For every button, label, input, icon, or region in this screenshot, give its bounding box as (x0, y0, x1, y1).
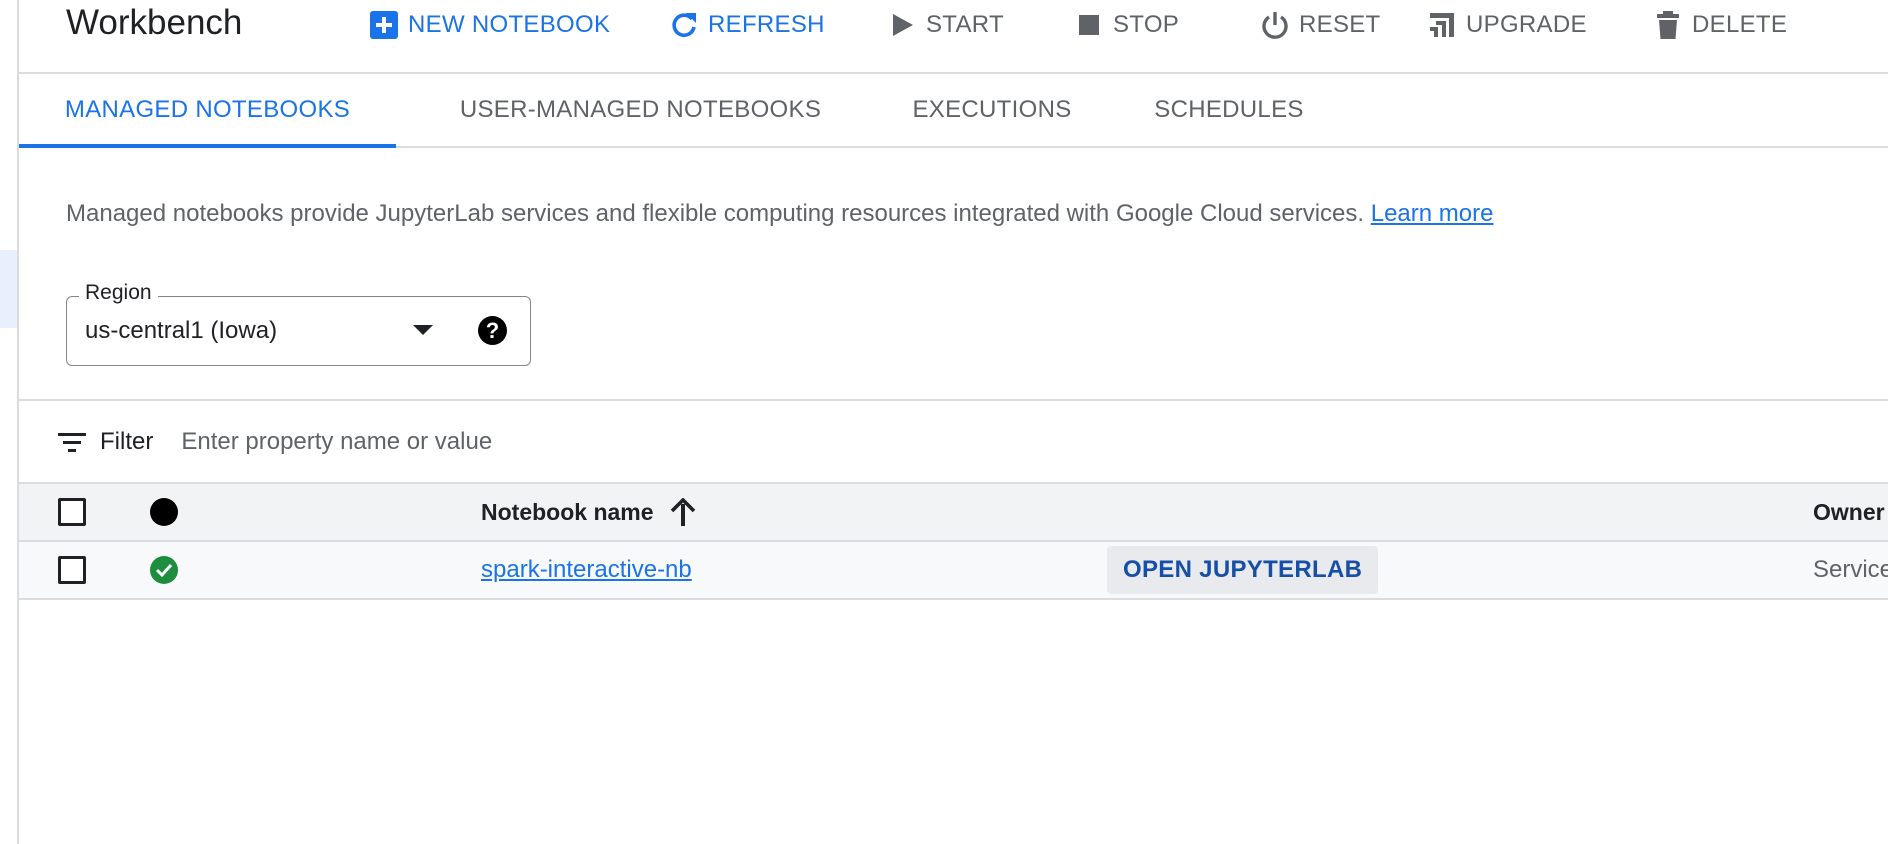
notebook-tabs: MANAGED NOTEBOOKS USER-MANAGED NOTEBOOKS… (19, 74, 1888, 148)
trash-icon (1653, 10, 1683, 40)
tab-label: EXECUTIONS (912, 96, 1072, 123)
refresh-icon (669, 10, 699, 40)
filter-input[interactable] (179, 427, 784, 457)
select-all-checkbox[interactable] (58, 498, 86, 526)
status-running-icon (150, 556, 178, 584)
filter-bar: Filter (58, 420, 784, 464)
table-header: Notebook name Owner (19, 482, 1888, 542)
managed-notebooks-description: Managed notebooks provide JupyterLab ser… (66, 200, 1493, 228)
row-checkbox[interactable] (58, 556, 86, 584)
reset-button[interactable]: RESET (1260, 6, 1381, 44)
left-nav-highlight (0, 250, 17, 328)
table-row[interactable]: spark-interactive-nb OPEN JUPYTERLAB Ser… (19, 542, 1888, 600)
start-label: START (926, 11, 1004, 38)
description-text: Managed notebooks provide JupyterLab ser… (66, 200, 1365, 227)
toolbar: Workbench NEW NOTEBOOK REFRESH START STO… (19, 0, 1888, 74)
tab-label: USER-MANAGED NOTEBOOKS (459, 96, 822, 123)
tab-user-managed-notebooks[interactable]: USER-MANAGED NOTEBOOKS (418, 74, 863, 146)
owner-header-label: Owner (1813, 498, 1885, 525)
page-title: Workbench (66, 3, 243, 42)
upgrade-label: UPGRADE (1466, 11, 1587, 38)
stop-button[interactable]: STOP (1074, 6, 1179, 44)
notebook-name-link[interactable]: spark-interactive-nb (481, 556, 692, 584)
delete-label: DELETE (1692, 11, 1788, 38)
filter-label: Filter (100, 428, 154, 455)
region-label: Region (79, 281, 158, 305)
stop-icon (1074, 10, 1104, 40)
new-notebook-label: NEW NOTEBOOK (408, 11, 611, 38)
open-jupyterlab-button[interactable]: OPEN JUPYTERLAB (1107, 546, 1379, 594)
tab-managed-notebooks[interactable]: MANAGED NOTEBOOKS (19, 74, 396, 148)
status-column-icon (150, 498, 178, 526)
help-icon[interactable]: ? (478, 316, 507, 345)
delete-button[interactable]: DELETE (1653, 6, 1787, 44)
tab-active-indicator (19, 144, 396, 148)
tab-schedules[interactable]: SCHEDULES (1124, 74, 1334, 146)
play-icon (887, 10, 917, 40)
dropdown-arrow-icon (413, 325, 433, 335)
learn-more-link[interactable]: Learn more (1371, 200, 1494, 227)
refresh-label: REFRESH (708, 11, 825, 38)
tab-executions[interactable]: EXECUTIONS (889, 74, 1095, 146)
section-divider (19, 399, 1888, 401)
sort-ascending-icon (670, 498, 696, 526)
upgrade-icon (1427, 10, 1457, 40)
stop-label: STOP (1113, 11, 1180, 38)
tab-label: MANAGED NOTEBOOKS (64, 96, 351, 123)
new-notebook-button[interactable]: NEW NOTEBOOK (369, 6, 610, 44)
start-button[interactable]: START (887, 6, 1004, 44)
tab-label: SCHEDULES (1154, 96, 1304, 123)
add-box-icon (369, 10, 399, 40)
owner-cell: Service (1813, 556, 1888, 583)
notebook-name-header[interactable]: Notebook name (481, 484, 696, 540)
region-value: us-central1 (Iowa) (85, 317, 278, 344)
filter-icon (58, 431, 86, 453)
notebook-name-header-label: Notebook name (481, 498, 654, 525)
region-select[interactable]: Region us-central1 (Iowa) ? (66, 281, 531, 366)
power-icon (1260, 10, 1290, 40)
reset-label: RESET (1299, 11, 1381, 38)
workbench-page: Workbench NEW NOTEBOOK REFRESH START STO… (0, 0, 1888, 844)
notebooks-table: Notebook name Owner spark-interactive-nb (19, 482, 1888, 600)
upgrade-button[interactable]: UPGRADE (1427, 6, 1587, 44)
refresh-button[interactable]: REFRESH (669, 6, 825, 44)
